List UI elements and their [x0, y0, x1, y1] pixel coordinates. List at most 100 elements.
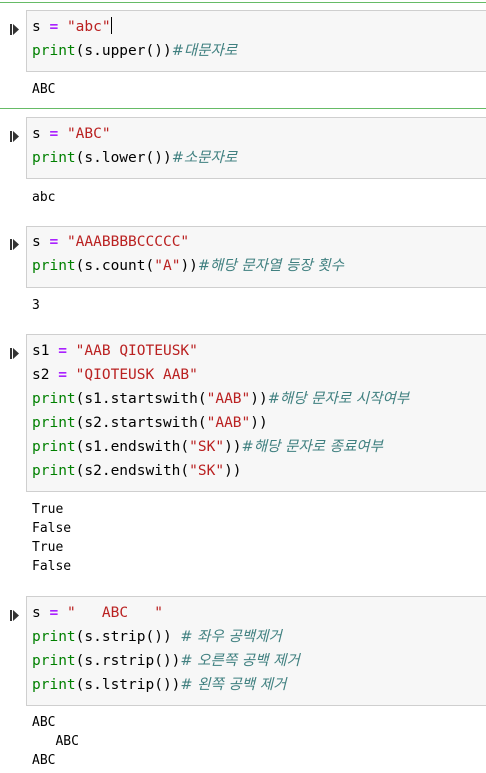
cell-output-line: False: [32, 521, 72, 536]
code-token: )): [250, 415, 268, 431]
code-token: =: [49, 234, 59, 250]
code-token: "abc": [66, 19, 111, 35]
code-line: print(s.rstrip())# 오른쪽 공백 제거: [32, 649, 300, 673]
code-token: #해당 문자로 시작여부: [267, 391, 410, 407]
text-cursor: [110, 17, 112, 34]
code-token: (s2.startswith(: [75, 415, 207, 431]
code-token: print: [32, 629, 76, 645]
cell-output-line: abc: [32, 190, 56, 205]
code-line: s = "AAABBBBCCCCC": [32, 230, 189, 254]
code-token: )): [224, 439, 242, 455]
code-token: print: [32, 415, 76, 431]
code-token: s: [32, 19, 50, 35]
code-token: s: [32, 126, 50, 142]
code-token: s1: [32, 343, 59, 359]
code-token: "SK": [189, 439, 225, 455]
cell-output-line: ABC: [32, 753, 56, 768]
code-line: print(s.upper())#대문자로: [32, 39, 237, 63]
code-token: )): [250, 391, 268, 407]
code-token: print: [32, 439, 76, 455]
code-line: print(s.lstrip())# 왼쪽 공백 제거: [32, 673, 286, 697]
code-line: s = " ABC ": [32, 601, 163, 625]
code-token: " ABC ": [66, 605, 163, 621]
code-token: (s.strip()): [75, 629, 181, 645]
cell-output-line: False: [32, 559, 72, 574]
code-token: (s.lower()): [75, 150, 172, 166]
code-token: # 왼쪽 공백 제거: [180, 677, 287, 693]
code-token: =: [49, 19, 59, 35]
code-line: print(s2.endswith("SK")): [32, 459, 242, 483]
cell-output-line: ABC: [32, 734, 79, 749]
code-input-area[interactable]: s = "abc" print(s.upper())#대문자로: [26, 10, 486, 72]
cell-output-line: ABC: [32, 82, 56, 97]
code-token: #대문자로: [171, 43, 238, 59]
code-token: print: [32, 677, 76, 693]
code-line: print(s2.startswith("AAB")): [32, 411, 268, 435]
code-token: "AAABBBBCCCCC": [66, 234, 190, 250]
code-token: print: [32, 258, 76, 274]
code-token: # 좌우 공백제거: [180, 629, 282, 645]
code-token: )): [180, 258, 198, 274]
code-token: =: [49, 126, 59, 142]
run-cell-icon[interactable]: [10, 20, 19, 35]
code-token: #해당 문자열 등장 횟수: [197, 258, 344, 274]
code-token: (s.upper()): [75, 43, 172, 59]
code-token: print: [32, 391, 76, 407]
code-input-area[interactable]: s = "ABC" print(s.lower())#소문자로: [26, 117, 486, 179]
code-token: (s.rstrip()): [75, 653, 181, 669]
selected-cell-border: [0, 2, 486, 3]
code-line: s = "ABC": [32, 122, 111, 146]
code-line: print(s.count("A"))#해당 문자열 등장 횟수: [32, 254, 344, 278]
code-token: =: [58, 343, 67, 359]
cell-output-line: ABC: [32, 715, 56, 730]
code-token: "ABC": [66, 126, 111, 142]
code-token: print: [32, 653, 76, 669]
code-token: s2: [32, 367, 59, 383]
code-token: "AAB QIOTEUSK": [75, 343, 198, 359]
selected-cell-border: [0, 108, 486, 109]
code-input-area[interactable]: s1 = "AAB QIOTEUSK" s2 = "QIOTEUSK AAB" pr…: [26, 334, 486, 492]
code-line: print(s.lower())#소문자로: [32, 146, 237, 170]
code-token: #소문자로: [171, 150, 238, 166]
code-token: print: [32, 43, 76, 59]
code-token: "AAB": [206, 415, 251, 431]
code-token: print: [32, 150, 76, 166]
code-token: s: [32, 234, 50, 250]
code-token: (s.count(: [75, 258, 155, 274]
code-token: # 오른쪽 공백 제거: [180, 653, 300, 669]
code-token: (s1.endswith(: [75, 439, 190, 455]
code-token: (s2.endswith(: [75, 463, 190, 479]
code-line: s = "abc": [32, 15, 112, 39]
code-line: print(s1.startswith("AAB"))#해당 문자로 시작여부: [32, 387, 409, 411]
run-cell-icon[interactable]: [10, 344, 19, 359]
code-token: "QIOTEUSK AAB": [75, 367, 198, 383]
code-token: (s.lstrip()): [75, 677, 181, 693]
code-input-area[interactable]: s = "AAABBBBCCCCC" print(s.count("A"))#해당…: [26, 226, 486, 288]
cell-output-line: True: [32, 540, 64, 555]
cell-output-line: True: [32, 502, 64, 517]
run-cell-icon[interactable]: [10, 235, 19, 250]
code-line: print(s.strip()) # 좌우 공백제거: [32, 625, 282, 649]
code-token: #해당 문자로 종료여부: [241, 439, 383, 455]
code-line: s2 = "QIOTEUSK AAB": [32, 363, 198, 387]
run-cell-icon[interactable]: [10, 127, 19, 142]
code-token: )): [224, 463, 242, 479]
code-line: print(s1.endswith("SK"))#해당 문자로 종료여부: [32, 435, 383, 459]
code-token: "SK": [189, 463, 225, 479]
code-line: s1 = "AAB QIOTEUSK": [32, 339, 198, 363]
code-token: s: [32, 605, 50, 621]
code-token: =: [58, 367, 67, 383]
code-input-area[interactable]: s = " ABC " print(s.strip()) # 좌우 공백제거 pri…: [26, 596, 486, 706]
code-token: "AAB": [206, 391, 251, 407]
code-token: print: [32, 463, 76, 479]
code-token: =: [49, 605, 59, 621]
code-token: (s1.startswith(: [75, 391, 207, 407]
run-cell-icon[interactable]: [10, 606, 19, 621]
cell-output-line: 3: [32, 298, 40, 313]
